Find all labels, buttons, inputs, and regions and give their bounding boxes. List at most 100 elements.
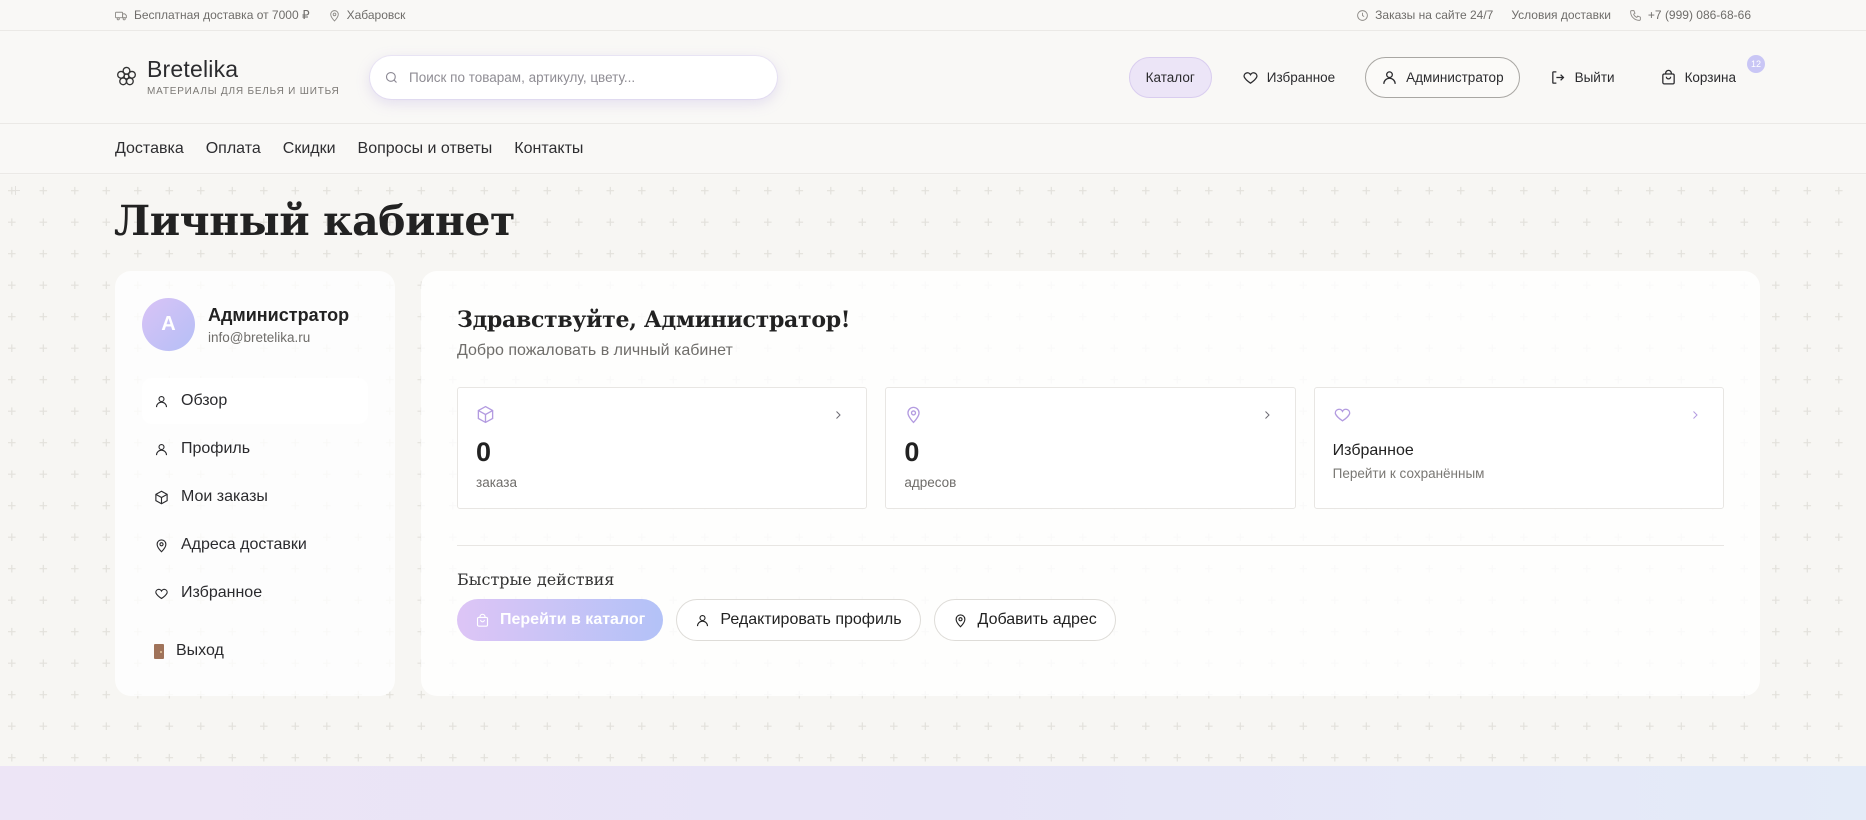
user-name: Администратор (208, 304, 350, 325)
door-icon (154, 643, 164, 659)
orders-24-7-text: Заказы на сайте 24/7 (1375, 8, 1494, 22)
nav-item-contacts[interactable]: Контакты (514, 140, 583, 158)
map-pin-icon (904, 405, 923, 424)
city-text: Хабаровск (346, 8, 406, 22)
heart-icon (1333, 405, 1352, 424)
cart-count-badge: 12 (1747, 54, 1765, 73)
favorites-label: Избранное (1266, 69, 1336, 85)
sidebar-menu: Обзор Профиль Мои заказы Адреса доставки (142, 378, 368, 674)
dashboard-panel: Здравствуйте, Администратор! Добро пожал… (421, 271, 1760, 696)
account-label: Администратор (1406, 69, 1504, 85)
phone-link[interactable]: +7 (999) 086-68-66 (1629, 8, 1751, 22)
addresses-label: адресов (904, 475, 957, 490)
header-actions: Каталог Избранное Администратор Выйти Ко… (1128, 54, 1765, 98)
catalog-button[interactable]: Каталог (1128, 56, 1212, 98)
orders-24-7-info: Заказы на сайте 24/7 (1356, 8, 1493, 22)
favorites-card-desc: Перейти к сохранённым (1332, 466, 1485, 481)
account-page: Личный кабинет А Администратор info@bret… (0, 175, 1866, 766)
nav-item-faq[interactable]: Вопросы и ответы (358, 140, 493, 158)
edit-profile-label: Редактировать профиль (720, 611, 902, 628)
nav-item-payment[interactable]: Оплата (206, 140, 261, 158)
quick-actions-title: Быстрые действия (457, 570, 615, 589)
favorites-stat-card[interactable]: Избранное Перейти к сохранённым (1313, 387, 1724, 509)
go-to-catalog-button[interactable]: Перейти в каталог (457, 599, 664, 641)
map-pin-icon (154, 538, 169, 553)
user-icon (1381, 69, 1398, 86)
shopping-bag-icon (475, 613, 490, 628)
search-input[interactable] (409, 69, 763, 85)
top-info-bar: Бесплатная доставка от 7000 ₽ Хабаровск … (0, 0, 1866, 31)
favorites-card-title: Избранное (1332, 442, 1414, 459)
sidebar-item-label: Обзор (181, 392, 228, 409)
free-delivery-text: Бесплатная доставка от 7000 ₽ (134, 8, 310, 22)
orders-stat-card[interactable]: 0 заказа (457, 387, 868, 509)
addresses-stat-card[interactable]: 0 адресов (885, 387, 1296, 509)
chevron-right-icon (832, 409, 844, 421)
free-delivery-info: Бесплатная доставка от 7000 ₽ (115, 8, 310, 22)
divider (457, 545, 1724, 546)
user-icon (154, 394, 169, 409)
logo-name: Bretelika (147, 55, 239, 82)
heart-icon (1242, 69, 1259, 86)
greeting-heading: Здравствуйте, Администратор! (457, 307, 851, 333)
box-icon (476, 405, 495, 424)
user-card: А Администратор info@bretelika.ru (142, 298, 368, 351)
sidebar-item-logout[interactable]: Выход (142, 628, 368, 674)
nav-item-discounts[interactable]: Скидки (283, 140, 336, 158)
user-icon (154, 442, 169, 457)
city-selector[interactable]: Хабаровск (328, 8, 406, 22)
quick-actions: Перейти в каталог Редактировать профиль … (457, 599, 1724, 641)
box-icon (154, 490, 169, 505)
flower-logo-icon (115, 65, 138, 88)
logout-button[interactable]: Выйти (1535, 57, 1630, 98)
sidebar-item-label: Адреса доставки (181, 536, 307, 553)
truck-icon (115, 9, 128, 22)
page-title: Личный кабинет (114, 197, 515, 245)
chevron-right-icon (1261, 409, 1273, 421)
account-sidebar: А Администратор info@bretelika.ru Обзор … (115, 271, 395, 696)
sidebar-item-label: Мои заказы (181, 488, 268, 505)
main-nav: Доставка Оплата Скидки Вопросы и ответы … (0, 124, 1866, 174)
delivery-terms-link[interactable]: Условия доставки (1511, 8, 1611, 22)
sidebar-item-overview[interactable]: Обзор (142, 378, 368, 424)
add-address-button[interactable]: Добавить адрес (933, 599, 1116, 641)
sidebar-item-addresses[interactable]: Адреса доставки (142, 522, 368, 568)
cart-button[interactable]: Корзина 12 (1645, 54, 1765, 98)
sidebar-item-favorites[interactable]: Избранное (142, 570, 368, 616)
account-button[interactable]: Администратор (1365, 56, 1520, 98)
orders-count: 0 (476, 437, 492, 467)
logout-icon (1550, 69, 1567, 86)
phone-icon (1629, 9, 1642, 22)
orders-label: заказа (476, 475, 517, 490)
greeting-subtitle: Добро пожаловать в личный кабинет (457, 342, 733, 359)
logout-label: Выйти (1574, 69, 1615, 85)
search-icon[interactable] (384, 70, 399, 85)
site-header: Bretelika МАТЕРИАЛЫ ДЛЯ БЕЛЬЯ И ШИТЬЯ Ка… (0, 31, 1866, 124)
sidebar-item-label: Избранное (181, 584, 263, 601)
go-to-catalog-label: Перейти в каталог (500, 611, 646, 628)
phone-text: +7 (999) 086-68-66 (1647, 8, 1751, 22)
cart-label: Корзина (1684, 69, 1736, 85)
favorites-button[interactable]: Избранное (1227, 57, 1350, 98)
map-pin-icon (328, 9, 341, 22)
nav-item-delivery[interactable]: Доставка (115, 140, 184, 158)
catalog-label: Каталог (1145, 69, 1195, 85)
search-bar (370, 55, 777, 99)
shopping-bag-icon (1660, 69, 1677, 86)
user-email: info@bretelika.ru (208, 329, 311, 345)
chevron-right-icon (1689, 409, 1701, 421)
sidebar-item-profile[interactable]: Профиль (142, 426, 368, 472)
stats-cards: 0 заказа 0 адресов Избранное Перейти к с… (457, 387, 1724, 509)
add-address-label: Добавить адрес (977, 611, 1097, 628)
logo-tagline: МАТЕРИАЛЫ ДЛЯ БЕЛЬЯ И ШИТЬЯ (147, 86, 340, 98)
heart-icon (154, 586, 169, 601)
avatar: А (142, 298, 195, 351)
site-logo[interactable]: Bretelika МАТЕРИАЛЫ ДЛЯ БЕЛЬЯ И ШИТЬЯ (115, 55, 355, 98)
clock-icon (1356, 9, 1369, 22)
delivery-terms-text: Условия доставки (1511, 8, 1611, 22)
sidebar-item-label: Профиль (181, 440, 251, 457)
map-pin-icon (953, 613, 968, 628)
sidebar-item-orders[interactable]: Мои заказы (142, 474, 368, 520)
edit-profile-button[interactable]: Редактировать профиль (676, 599, 921, 641)
user-icon (695, 613, 710, 628)
